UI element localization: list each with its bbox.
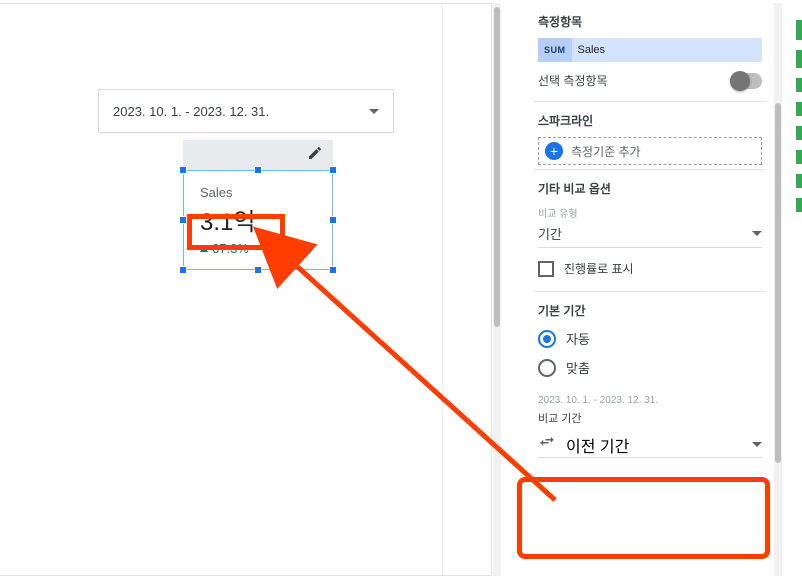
scorecard-delta: 67.3% bbox=[200, 241, 316, 256]
edge-indicator bbox=[796, 20, 802, 450]
compare-range-select[interactable]: 이전 기간 bbox=[538, 432, 762, 458]
report-canvas[interactable]: 2023. 10. 1. - 2023. 12. 31. Sales 3.1억 … bbox=[0, 3, 492, 576]
radio-auto-label: 자동 bbox=[566, 329, 590, 348]
radio-custom-label: 맞춤 bbox=[566, 358, 590, 377]
compare-type-select[interactable]: 기간 bbox=[538, 220, 762, 248]
metric-aggregation-badge: SUM bbox=[538, 38, 572, 62]
section-compare-range: 2023. 10. 1. - 2023. 12. 31. 비교 기간 이전 기간 bbox=[534, 391, 766, 462]
section-other-compare: 기타 비교 옵션 비교 유형 기간 진행률로 표시 bbox=[534, 170, 766, 292]
scorecard-label: Sales bbox=[200, 185, 316, 200]
compare-type-label: 비교 유형 bbox=[538, 205, 762, 220]
scorecard-delta-value: 67.3% bbox=[212, 241, 249, 256]
radio-icon[interactable] bbox=[538, 330, 556, 348]
section-sparkline: 스파크라인 + 측정기준 추가 bbox=[534, 102, 766, 170]
chevron-down-icon bbox=[752, 231, 762, 236]
optional-metric-row: 선택 측정항목 bbox=[538, 72, 762, 89]
default-date-small: 2023. 10. 1. - 2023. 12. 31. bbox=[538, 395, 762, 406]
properties-panel: 측정항목 SUM Sales 선택 측정항목 스파크라인 + 측정기준 추가 기… bbox=[534, 3, 766, 576]
scorecard-selected[interactable]: Sales 3.1억 67.3% bbox=[183, 140, 333, 270]
resize-handle[interactable] bbox=[179, 266, 187, 274]
compare-arrows-icon bbox=[538, 433, 556, 456]
resize-handle[interactable] bbox=[254, 166, 262, 174]
resize-handle[interactable] bbox=[329, 216, 337, 224]
resize-handle[interactable] bbox=[329, 266, 337, 274]
other-compare-title: 기타 비교 옵션 bbox=[538, 180, 762, 197]
progress-checkbox-row[interactable]: 진행률로 표시 bbox=[538, 260, 762, 277]
date-range-text: 2023. 10. 1. - 2023. 12. 31. bbox=[113, 104, 269, 119]
resize-handle[interactable] bbox=[179, 216, 187, 224]
progress-checkbox-label: 진행률로 표시 bbox=[564, 260, 634, 277]
panel-scrollbar[interactable] bbox=[774, 3, 782, 576]
scorecard-value: 3.1억 bbox=[200, 202, 316, 237]
metric-chip[interactable]: SUM Sales bbox=[538, 38, 762, 62]
chevron-down-icon bbox=[369, 109, 379, 114]
arrow-up-icon bbox=[200, 245, 208, 252]
add-dimension-label: 측정기준 추가 bbox=[571, 143, 641, 160]
compare-range-title: 비교 기간 bbox=[538, 410, 762, 426]
add-dimension-button[interactable]: + 측정기준 추가 bbox=[538, 137, 762, 165]
metric-name: Sales bbox=[572, 44, 606, 56]
optional-metric-label: 선택 측정항목 bbox=[538, 72, 608, 89]
resize-handle[interactable] bbox=[179, 166, 187, 174]
radio-icon[interactable] bbox=[538, 359, 556, 377]
section-metric: 측정항목 SUM Sales 선택 측정항목 bbox=[534, 3, 766, 102]
section-default-range: 기본 기간 자동 맞춤 bbox=[534, 292, 766, 391]
radio-custom-row[interactable]: 맞춤 bbox=[538, 358, 762, 377]
scrollbar-thumb[interactable] bbox=[494, 7, 500, 327]
resize-handle[interactable] bbox=[329, 166, 337, 174]
checkbox-icon[interactable] bbox=[538, 261, 554, 277]
resize-handle[interactable] bbox=[254, 266, 262, 274]
scorecard[interactable]: Sales 3.1억 67.3% bbox=[183, 170, 333, 270]
sparkline-title: 스파크라인 bbox=[538, 112, 762, 129]
radio-auto-row[interactable]: 자동 bbox=[538, 329, 762, 348]
compare-type-value: 기간 bbox=[538, 224, 562, 243]
metric-section-title: 측정항목 bbox=[538, 13, 762, 30]
chevron-down-icon bbox=[752, 442, 762, 447]
pencil-icon[interactable] bbox=[307, 145, 323, 166]
optional-metric-toggle[interactable] bbox=[730, 73, 762, 89]
default-range-title: 기본 기간 bbox=[538, 302, 762, 319]
compare-range-value: 이전 기간 bbox=[566, 433, 629, 457]
scrollbar-thumb[interactable] bbox=[775, 103, 781, 463]
date-range-control[interactable]: 2023. 10. 1. - 2023. 12. 31. bbox=[98, 89, 394, 133]
plus-icon: + bbox=[545, 142, 563, 160]
canvas-scrollbar[interactable] bbox=[493, 3, 501, 576]
